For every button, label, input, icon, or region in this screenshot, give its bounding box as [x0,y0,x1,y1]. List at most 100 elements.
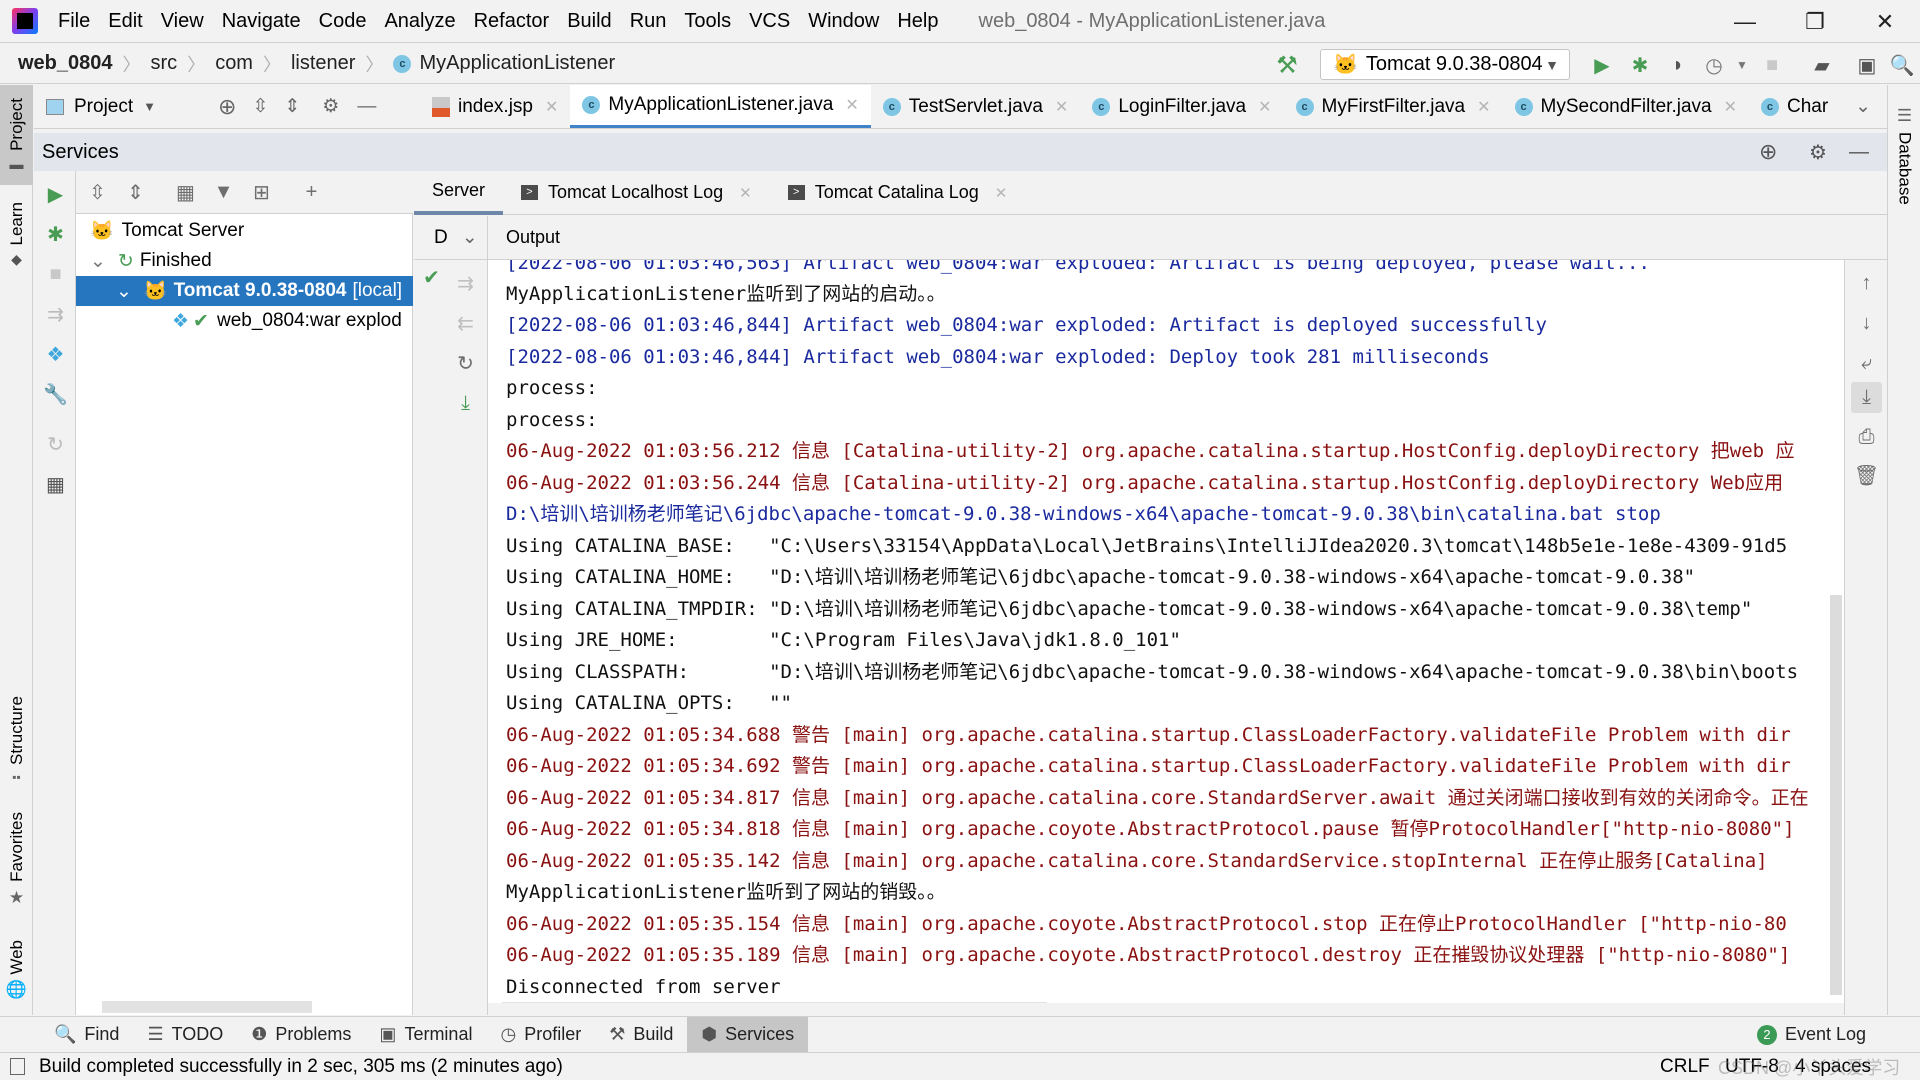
coverage-icon[interactable]: ◗ [1666,53,1690,77]
close-tab-icon[interactable]: ✕ [1258,97,1271,117]
build-hammer-icon[interactable]: ⚒ [1275,52,1299,79]
tree-node-tomcat-instance[interactable]: ⌄ 🐱 Tomcat 9.0.38-0804 [local] [76,276,413,306]
tree-node-artifact[interactable]: ❖ ✔ web_0804:war explod [76,306,413,336]
stop-icon[interactable]: ■ [1760,53,1784,77]
editor-tab-active[interactable]: c MyApplicationListener.java ✕ [570,85,871,128]
deployment-dropdown[interactable]: D ⌄ [414,215,488,260]
menu-build[interactable]: Build [567,10,611,33]
tool-tab-project[interactable]: Project ▬ [0,85,33,185]
close-tab-icon[interactable]: ✕ [1724,97,1737,117]
menu-run[interactable]: Run [630,10,667,33]
run-configuration-select[interactable]: 🐱 Tomcat 9.0.38-0804 ▼ [1320,49,1570,80]
arrow-down-icon[interactable]: ↓ [1851,308,1882,339]
menu-file[interactable]: File [58,10,90,33]
tab-tomcat-localhost-log[interactable]: > Tomcat Localhost Log ✕ [503,171,770,215]
editor-tab[interactable]: index.jsp ✕ [420,85,570,128]
project-structure-icon[interactable]: ▰ [1810,53,1834,77]
debug-icon[interactable]: ✱ [40,219,71,250]
layout-icon[interactable]: ▦ [40,469,71,500]
bottom-tab-services[interactable]: ⬢ Services [687,1016,809,1053]
tab-server[interactable]: Server [414,171,504,215]
restore-button[interactable]: ❐ [1780,0,1850,43]
filter-icon[interactable]: ▼ [208,177,239,208]
console-vertical-scrollbar[interactable] [1830,595,1842,995]
tool-tab-learn[interactable]: Learn ◆ [0,195,33,275]
locate-icon[interactable]: ⊕ [218,94,236,120]
deploy-icon[interactable]: ⇉ [450,268,481,299]
trash-icon[interactable]: 🗑 [1851,460,1882,491]
close-tab-icon[interactable]: ✕ [739,184,752,202]
tree-node-tomcat-server[interactable]: 🐱 Tomcat Server [76,216,413,246]
breadcrumb-com[interactable]: com [215,52,253,75]
close-tab-icon[interactable]: ✕ [995,184,1008,202]
search-icon[interactable]: 🔍 [1890,53,1915,77]
bottom-tab-profiler[interactable]: ◷ Profiler [486,1017,595,1053]
close-tab-icon[interactable]: ✕ [1055,97,1068,117]
print-icon[interactable]: ⎙ [1851,422,1882,453]
bottom-tab-build[interactable]: ⚒ Build [595,1017,687,1053]
chevron-down-icon[interactable]: ⌄ [116,280,132,303]
deploy-icon[interactable]: ⇉ [40,299,71,330]
bottom-tab-terminal[interactable]: ▣ Terminal [365,1017,486,1053]
event-log-button[interactable]: 2 Event Log [1743,1017,1880,1053]
minimize-button[interactable]: — [1710,0,1780,43]
gear-icon[interactable]: ⚙ [1809,140,1827,165]
add-service-icon[interactable]: + [296,177,327,208]
profile-icon[interactable]: ◷ [1702,53,1726,77]
wrench-icon[interactable]: 🔧 [40,379,71,410]
tool-tab-database[interactable]: ☰ Database [1888,95,1920,215]
editor-tab[interactable]: c Char [1749,85,1840,128]
tabs-overflow-chevron-icon[interactable]: ⌄ [1855,95,1871,118]
undeploy-icon[interactable]: ⇇ [450,308,481,339]
menu-help[interactable]: Help [897,10,938,33]
project-view-select[interactable]: Project [74,96,133,118]
tree-horizontal-scrollbar[interactable] [102,1001,312,1013]
menu-window[interactable]: Window [808,10,879,33]
tree-node-finished[interactable]: ⌄ ↻ Finished [76,246,413,276]
editor-tab[interactable]: c MySecondFilter.java ✕ [1503,85,1749,128]
terminal-icon[interactable]: ▣ [1855,53,1879,77]
editor-tab[interactable]: c TestServlet.java ✕ [871,85,1081,128]
menu-navigate[interactable]: Navigate [222,10,301,33]
scroll-to-end-icon[interactable]: ⤓ [1851,382,1882,413]
new-tab-icon[interactable]: ⊞ [246,177,277,208]
artifacts-icon[interactable]: ❖ [40,339,71,370]
profile-dropdown-icon[interactable]: ▼ [1730,53,1754,77]
bottom-tab-todo[interactable]: ☰ TODO [133,1017,237,1053]
globe-settings-icon[interactable]: ⊕ [1759,139,1777,165]
editor-tab[interactable]: c LoginFilter.java ✕ [1080,85,1283,128]
menu-analyze[interactable]: Analyze [384,10,455,33]
menu-view[interactable]: View [161,10,204,33]
run-icon[interactable]: ▶ [1590,53,1614,77]
status-message[interactable]: Build completed successfully in 2 sec, 3… [39,1056,563,1078]
menu-edit[interactable]: Edit [108,10,142,33]
bottom-tab-problems[interactable]: ❶ Problems [237,1017,365,1053]
chevron-down-icon[interactable]: ⌄ [90,250,106,273]
stop-icon[interactable]: ■ [40,259,71,290]
tool-tab-web[interactable]: Web 🌐 [0,930,33,1010]
refresh-icon[interactable]: ↻ [40,429,71,460]
console-output[interactable]: [2022-08-06 01:03:46,563] Artifact web_0… [488,260,1844,1003]
menu-code[interactable]: Code [319,10,367,33]
console-horizontal-scrollbar[interactable] [502,1002,1047,1003]
breadcrumb-src[interactable]: src [151,52,178,75]
menu-tools[interactable]: Tools [684,10,731,33]
hide-panel-icon[interactable]: — [1849,141,1869,164]
close-tab-icon[interactable]: ✕ [845,95,858,115]
bottom-tab-find[interactable]: 🔍 Find [40,1017,133,1053]
run-icon[interactable]: ▶ [40,179,71,210]
expand-all-icon[interactable]: ⇳ [252,95,268,118]
breadcrumb-project[interactable]: web_0804 [18,52,113,75]
hide-icon[interactable]: — [357,96,376,118]
tab-tomcat-catalina-log[interactable]: > Tomcat Catalina Log ✕ [770,171,1026,215]
breadcrumb-class[interactable]: MyApplicationListener [419,52,615,75]
menu-refactor[interactable]: Refactor [474,10,550,33]
debug-icon[interactable]: ✱ [1628,53,1652,77]
status-toggle-icon[interactable] [10,1058,25,1075]
editor-tab[interactable]: c MyFirstFilter.java ✕ [1284,85,1503,128]
breadcrumb-listener[interactable]: listener [291,52,355,75]
close-tab-icon[interactable]: ✕ [1477,97,1490,117]
soft-wrap-icon[interactable]: ⤶ [1851,348,1882,379]
expand-all-icon[interactable]: ⇳ [82,177,113,208]
deploy-artifact-icon[interactable]: ⤓ [450,388,481,419]
